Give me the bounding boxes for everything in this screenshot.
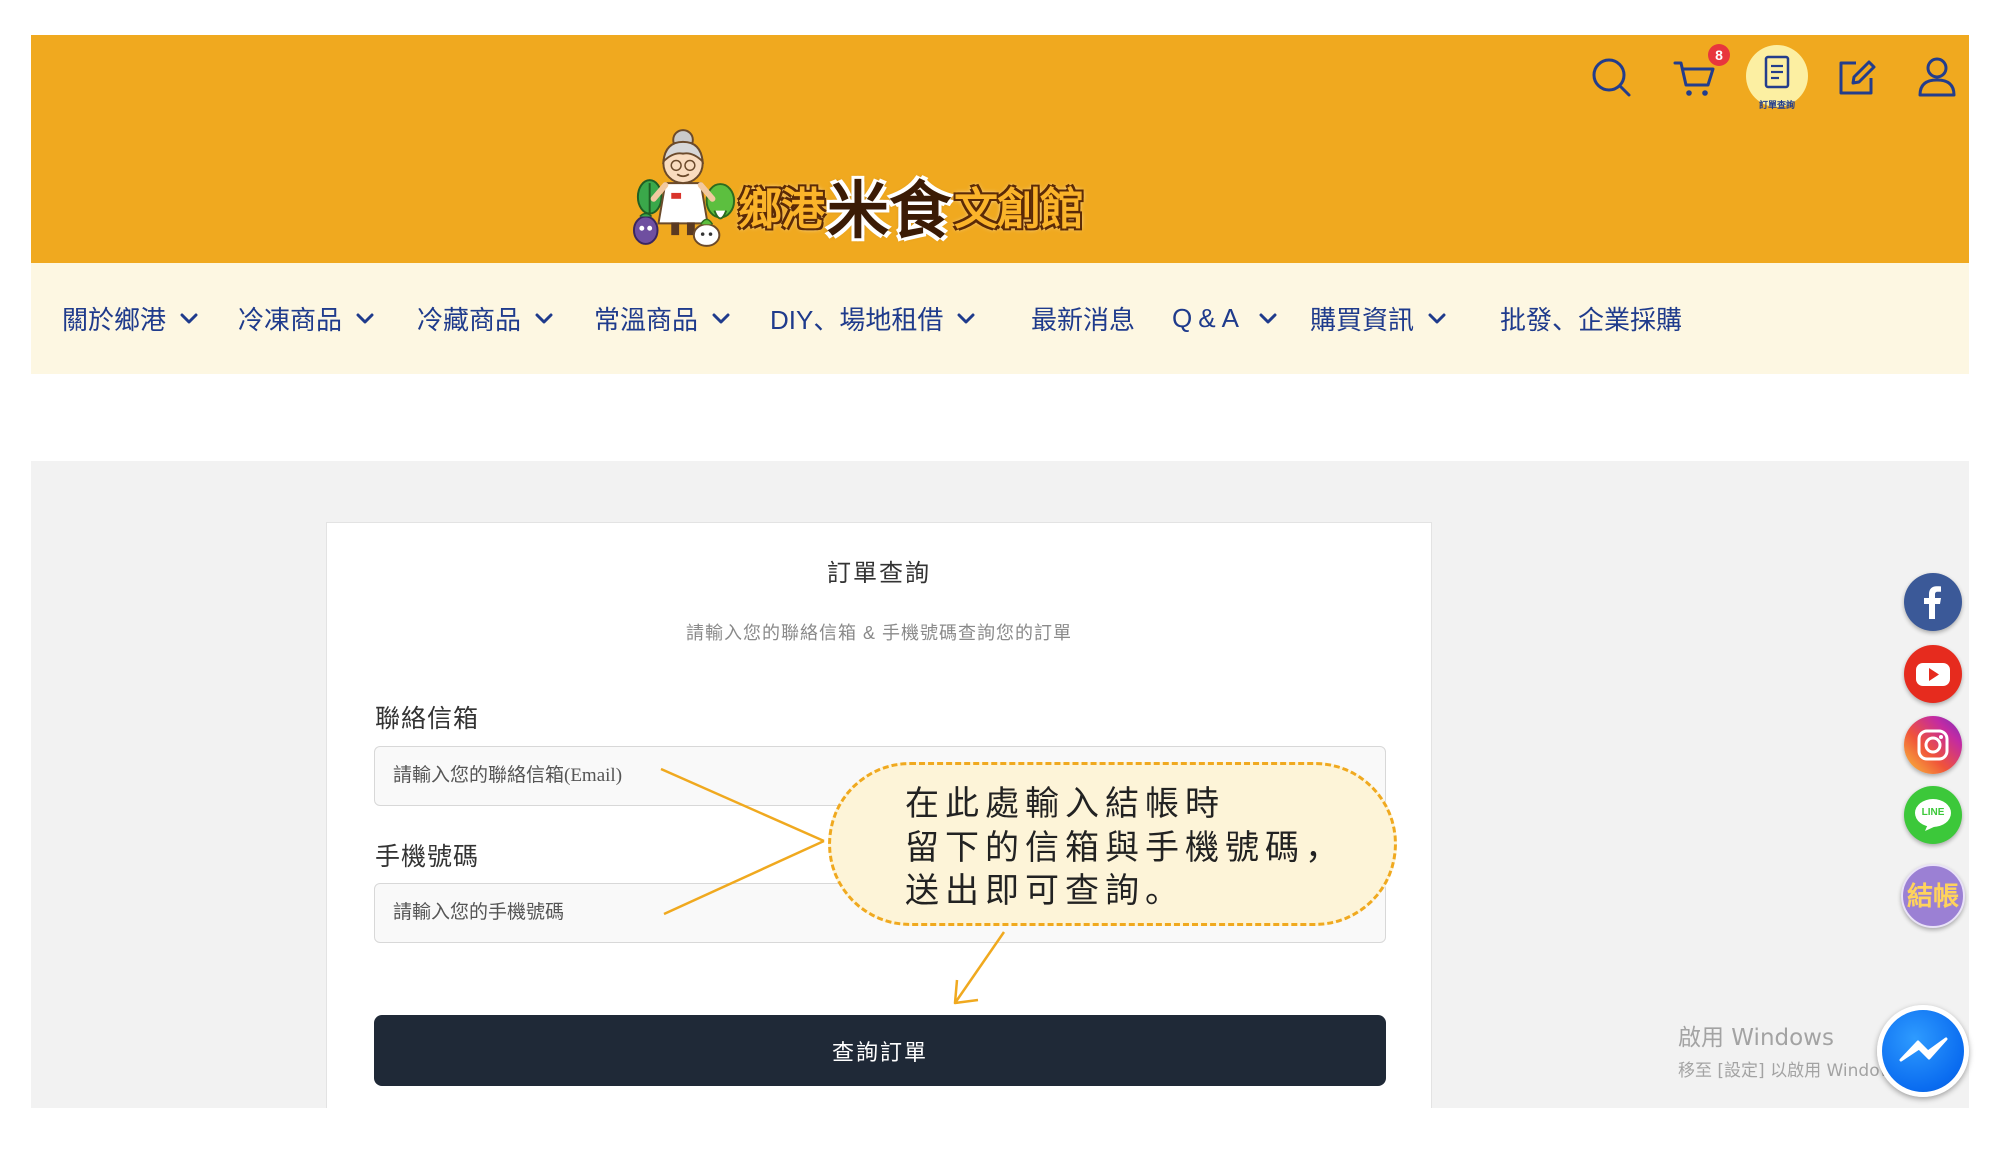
order-document-icon (1764, 55, 1790, 89)
callout-line: 送出即可查詢。 (905, 872, 1185, 910)
facebook-button[interactable] (1904, 573, 1962, 631)
callout-line: 在此處輸入結帳時 (905, 785, 1225, 823)
nav-item-label: 批發、企業採購 (1500, 305, 1683, 335)
nav-item-label: 常溫商品 (594, 305, 699, 335)
messenger-icon (1899, 1037, 1948, 1062)
chevron-down-icon (957, 313, 975, 323)
nav-item-label: 冷凍商品 (238, 305, 343, 335)
page: 8 訂單查詢 鄉港 米食 文創館 關於鄉港 冷凍商品 冷藏商品 常溫商品 DIY… (0, 0, 2000, 1154)
chevron-down-icon (180, 313, 198, 323)
chevron-down-icon (1259, 313, 1277, 323)
nav-item-ambient[interactable]: 常溫商品 (594, 263, 730, 374)
nav-item-chilled[interactable]: 冷藏商品 (417, 263, 553, 374)
search-icon[interactable] (1587, 53, 1635, 101)
email-label: 聯絡信箱 (375, 705, 480, 733)
nav-item-qa[interactable]: Q&A (1172, 263, 1277, 374)
checkout-button[interactable]: 結帳 (1901, 864, 1965, 928)
chevron-down-icon (1428, 313, 1446, 323)
chevron-down-icon (356, 313, 374, 323)
logo-text-center: 米食 (827, 174, 952, 247)
nav-item-label: DIY、場地租借 (770, 305, 944, 335)
order-query-button[interactable]: 訂單查詢 (1746, 45, 1808, 110)
nav-item-news[interactable]: 最新消息 (1031, 263, 1135, 374)
logo-text-left: 鄉港 (738, 184, 825, 235)
page-subtitle: 請輸入您的聯絡信箱 & 手機號碼查詢您的訂單 (685, 623, 1072, 643)
cart-count-badge: 8 (1708, 44, 1730, 66)
callout-line: 留下的信箱與手機號碼， (905, 828, 1345, 867)
line-button[interactable]: LINE (1904, 786, 1962, 844)
messenger-button[interactable] (1877, 1005, 1969, 1097)
instagram-icon (1917, 729, 1949, 761)
nav-item-label: 購買資訊 (1310, 305, 1415, 335)
edit-icon[interactable] (1832, 54, 1880, 102)
nav-item-label: 最新消息 (1031, 305, 1136, 335)
nav-item-purchase-info[interactable]: 購買資訊 (1310, 263, 1446, 374)
youtube-icon (1916, 663, 1950, 686)
nav-item-label: 冷藏商品 (417, 305, 522, 335)
nav-item-label: Q&A (1172, 303, 1245, 333)
page-title: 訂單查詢 (827, 560, 931, 587)
site-logo-wordmark[interactable]: 鄉港 米食 文創館 (738, 160, 1084, 250)
chevron-down-icon (712, 313, 730, 323)
phone-label: 手機號碼 (375, 843, 480, 871)
nav-item-wholesale[interactable]: 批發、企業採購 (1500, 263, 1682, 374)
annotation-callout: 在此處輸入結帳時 留下的信箱與手機號碼， 送出即可查詢。 (828, 762, 1397, 926)
line-icon-label: LINE (1921, 807, 1945, 818)
instagram-button[interactable] (1904, 716, 1962, 774)
nav-item-about[interactable]: 關於鄉港 (62, 263, 198, 374)
chevron-down-icon (535, 313, 553, 323)
order-query-label: 訂單查詢 (1758, 100, 1795, 110)
youtube-button[interactable] (1904, 645, 1962, 703)
main-nav: 關於鄉港 冷凍商品 冷藏商品 常溫商品 DIY、場地租借 最新消息 Q&A 購買… (31, 263, 1969, 374)
nav-item-diy-venue[interactable]: DIY、場地租借 (770, 263, 975, 374)
facebook-icon (1924, 586, 1941, 619)
logo-text-right: 文創館 (954, 184, 1084, 235)
grandma-mascot-logo[interactable] (632, 128, 738, 248)
query-order-button[interactable]: 查詢訂單 (374, 1015, 1386, 1086)
nav-item-label: 關於鄉港 (62, 305, 167, 335)
user-icon[interactable] (1913, 53, 1961, 101)
nav-item-frozen[interactable]: 冷凍商品 (238, 263, 374, 374)
